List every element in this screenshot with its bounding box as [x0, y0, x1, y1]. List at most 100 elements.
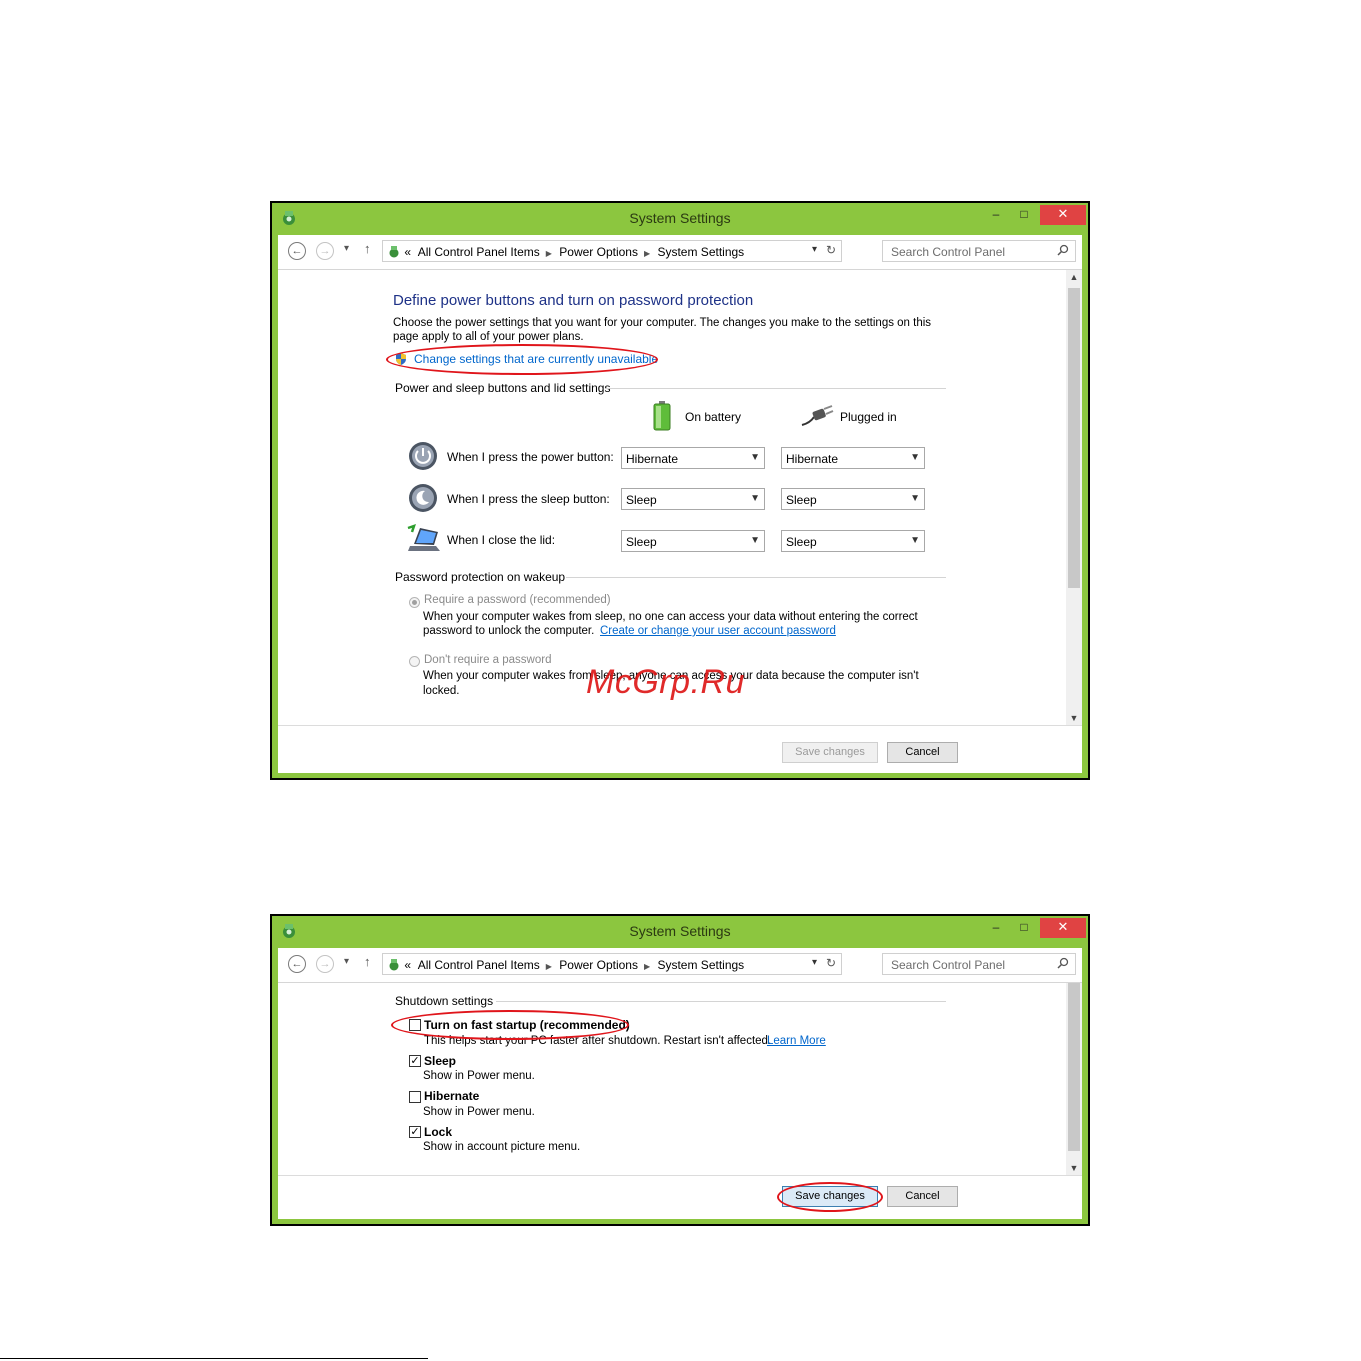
control-panel-icon — [389, 246, 399, 258]
breadcrumb-system-settings[interactable]: System Settings — [657, 245, 744, 259]
chevron-down-icon: ▼ — [910, 452, 920, 463]
address-dropdown-icon[interactable]: ▾ — [812, 244, 817, 255]
refresh-icon[interactable]: ↻ — [826, 956, 836, 970]
search-input[interactable]: Search Control Panel — [882, 240, 1076, 262]
cancel-button[interactable]: Cancel — [887, 742, 958, 763]
lock-label: Lock — [424, 1125, 453, 1139]
require-password-description-1: When your computer wakes from sleep, no … — [423, 611, 918, 623]
maximize-button[interactable]: □ — [1010, 205, 1038, 225]
group-label-power-buttons: Power and sleep buttons and lid settings — [395, 381, 611, 395]
sleep-label: Sleep — [424, 1054, 457, 1068]
refresh-icon[interactable]: ↻ — [826, 243, 836, 257]
sleep-description: Show in Power menu. — [423, 1070, 535, 1082]
search-placeholder: Search Control Panel — [891, 958, 1006, 972]
breadcrumb-separator-icon[interactable]: ▶ — [546, 962, 552, 971]
page-heading: Define power buttons and turn on passwor… — [393, 292, 754, 309]
button-footer: Save changes Cancel — [278, 725, 1082, 773]
scroll-down-icon[interactable]: ▼ — [1066, 713, 1082, 723]
scroll-down-icon[interactable]: ▼ — [1066, 1163, 1082, 1173]
annotation-highlight-oval — [386, 344, 658, 375]
scrollbar-thumb[interactable] — [1068, 288, 1080, 588]
battery-icon — [653, 401, 671, 431]
breadcrumb-separator-icon[interactable]: ▶ — [644, 962, 650, 971]
close-lid-plugged-in-select[interactable]: Sleep ▼ — [781, 530, 925, 552]
button-footer: Save changes Cancel — [278, 1175, 1082, 1219]
close-button[interactable]: ✕ — [1040, 205, 1086, 225]
sleep-checkbox[interactable]: ✓ — [409, 1055, 421, 1067]
address-bar[interactable]: « All Control Panel Items ▶ Power Options… — [382, 240, 842, 262]
group-label-password: Password protection on wakeup — [395, 570, 566, 584]
minimize-button[interactable]: – — [982, 205, 1010, 225]
select-value: Hibernate — [786, 452, 839, 466]
hibernate-description: Show in Power menu. — [423, 1106, 535, 1118]
breadcrumb-all-control-panel-items[interactable]: All Control Panel Items — [418, 958, 540, 972]
minimize-button[interactable]: – — [982, 918, 1010, 938]
navigation-bar: ← → ▾ ↑ « All Control Panel Items ▶ Power… — [278, 235, 1082, 270]
up-button[interactable]: ↑ — [364, 241, 371, 256]
save-changes-button[interactable]: Save changes — [782, 742, 878, 763]
column-header-on-battery: On battery — [685, 410, 742, 424]
lock-checkbox[interactable]: ✓ — [409, 1126, 421, 1138]
power-button-plugged-in-select[interactable]: Hibernate ▼ — [781, 447, 925, 469]
address-prefix[interactable]: « — [404, 958, 411, 972]
breadcrumb-all-control-panel-items[interactable]: All Control Panel Items — [418, 245, 540, 259]
control-panel-icon — [389, 959, 399, 971]
search-input[interactable]: Search Control Panel — [882, 953, 1076, 975]
breadcrumb-separator-icon[interactable]: ▶ — [546, 249, 552, 258]
address-dropdown-icon[interactable]: ▾ — [812, 957, 817, 968]
row-label-power-button: When I press the power button: — [447, 450, 614, 464]
title-bar[interactable]: System Settings – □ ✕ — [272, 203, 1088, 233]
select-value: Sleep — [786, 535, 817, 549]
maximize-button[interactable]: □ — [1010, 918, 1038, 938]
close-button[interactable]: ✕ — [1040, 918, 1086, 938]
hibernate-checkbox[interactable] — [409, 1091, 421, 1103]
content-area: ▼ — [278, 983, 1082, 1175]
search-icon[interactable] — [1057, 957, 1069, 969]
sleep-button-plugged-in-select[interactable]: Sleep ▼ — [781, 488, 925, 510]
cancel-button[interactable]: Cancel — [887, 1186, 958, 1207]
intro-text-line-2: page apply to all of your power plans. — [393, 331, 584, 343]
scrollbar[interactable]: ▼ — [1066, 983, 1082, 1175]
power-plug-icon — [801, 405, 834, 426]
title-bar[interactable]: System Settings – □ ✕ — [272, 916, 1088, 946]
power-button-icon — [409, 442, 437, 470]
scroll-up-icon[interactable]: ▲ — [1066, 272, 1082, 282]
dont-require-password-label: Don't require a password — [424, 654, 552, 666]
power-button-on-battery-select[interactable]: Hibernate ▼ — [621, 447, 765, 469]
sleep-button-icon — [409, 484, 437, 512]
recent-locations-button[interactable]: ▾ — [344, 243, 349, 254]
breadcrumb-power-options[interactable]: Power Options — [559, 245, 638, 259]
address-bar[interactable]: « All Control Panel Items ▶ Power Options… — [382, 953, 842, 975]
address-prefix[interactable]: « — [404, 245, 411, 259]
breadcrumb-separator-icon[interactable]: ▶ — [644, 249, 650, 258]
require-password-radio[interactable] — [409, 597, 420, 608]
close-lid-on-battery-select[interactable]: Sleep ▼ — [621, 530, 765, 552]
recent-locations-button[interactable]: ▾ — [344, 956, 349, 967]
system-settings-window-2: System Settings – □ ✕ ← → ▾ ↑ « All Cont… — [270, 914, 1090, 1226]
chevron-down-icon: ▼ — [910, 535, 920, 546]
breadcrumb-system-settings[interactable]: System Settings — [657, 958, 744, 972]
sleep-button-on-battery-select[interactable]: Sleep ▼ — [621, 488, 765, 510]
search-icon[interactable] — [1057, 244, 1069, 256]
back-button[interactable]: ← — [288, 242, 306, 260]
scrollbar[interactable]: ▲ ▼ — [1066, 270, 1082, 725]
chevron-down-icon: ▼ — [910, 493, 920, 504]
create-password-link[interactable]: Create or change your user account passw… — [600, 625, 836, 637]
dont-require-password-radio[interactable] — [409, 656, 420, 667]
up-button[interactable]: ↑ — [364, 954, 371, 969]
select-value: Sleep — [626, 493, 657, 507]
scrollbar-thumb[interactable] — [1068, 983, 1080, 1151]
forward-button[interactable]: → — [316, 955, 334, 973]
forward-button[interactable]: → — [316, 242, 334, 260]
learn-more-link[interactable]: Learn More — [767, 1035, 826, 1047]
group-divider — [496, 1001, 946, 1002]
page-footer-rule — [0, 1358, 428, 1359]
hibernate-label: Hibernate — [424, 1089, 480, 1103]
group-divider — [566, 577, 946, 578]
breadcrumb-power-options[interactable]: Power Options — [559, 958, 638, 972]
dont-require-password-description-2: locked. — [423, 685, 460, 697]
window-title: System Settings — [629, 923, 731, 939]
select-value: Sleep — [626, 535, 657, 549]
navigation-bar: ← → ▾ ↑ « All Control Panel Items ▶ Power… — [278, 948, 1082, 983]
back-button[interactable]: ← — [288, 955, 306, 973]
